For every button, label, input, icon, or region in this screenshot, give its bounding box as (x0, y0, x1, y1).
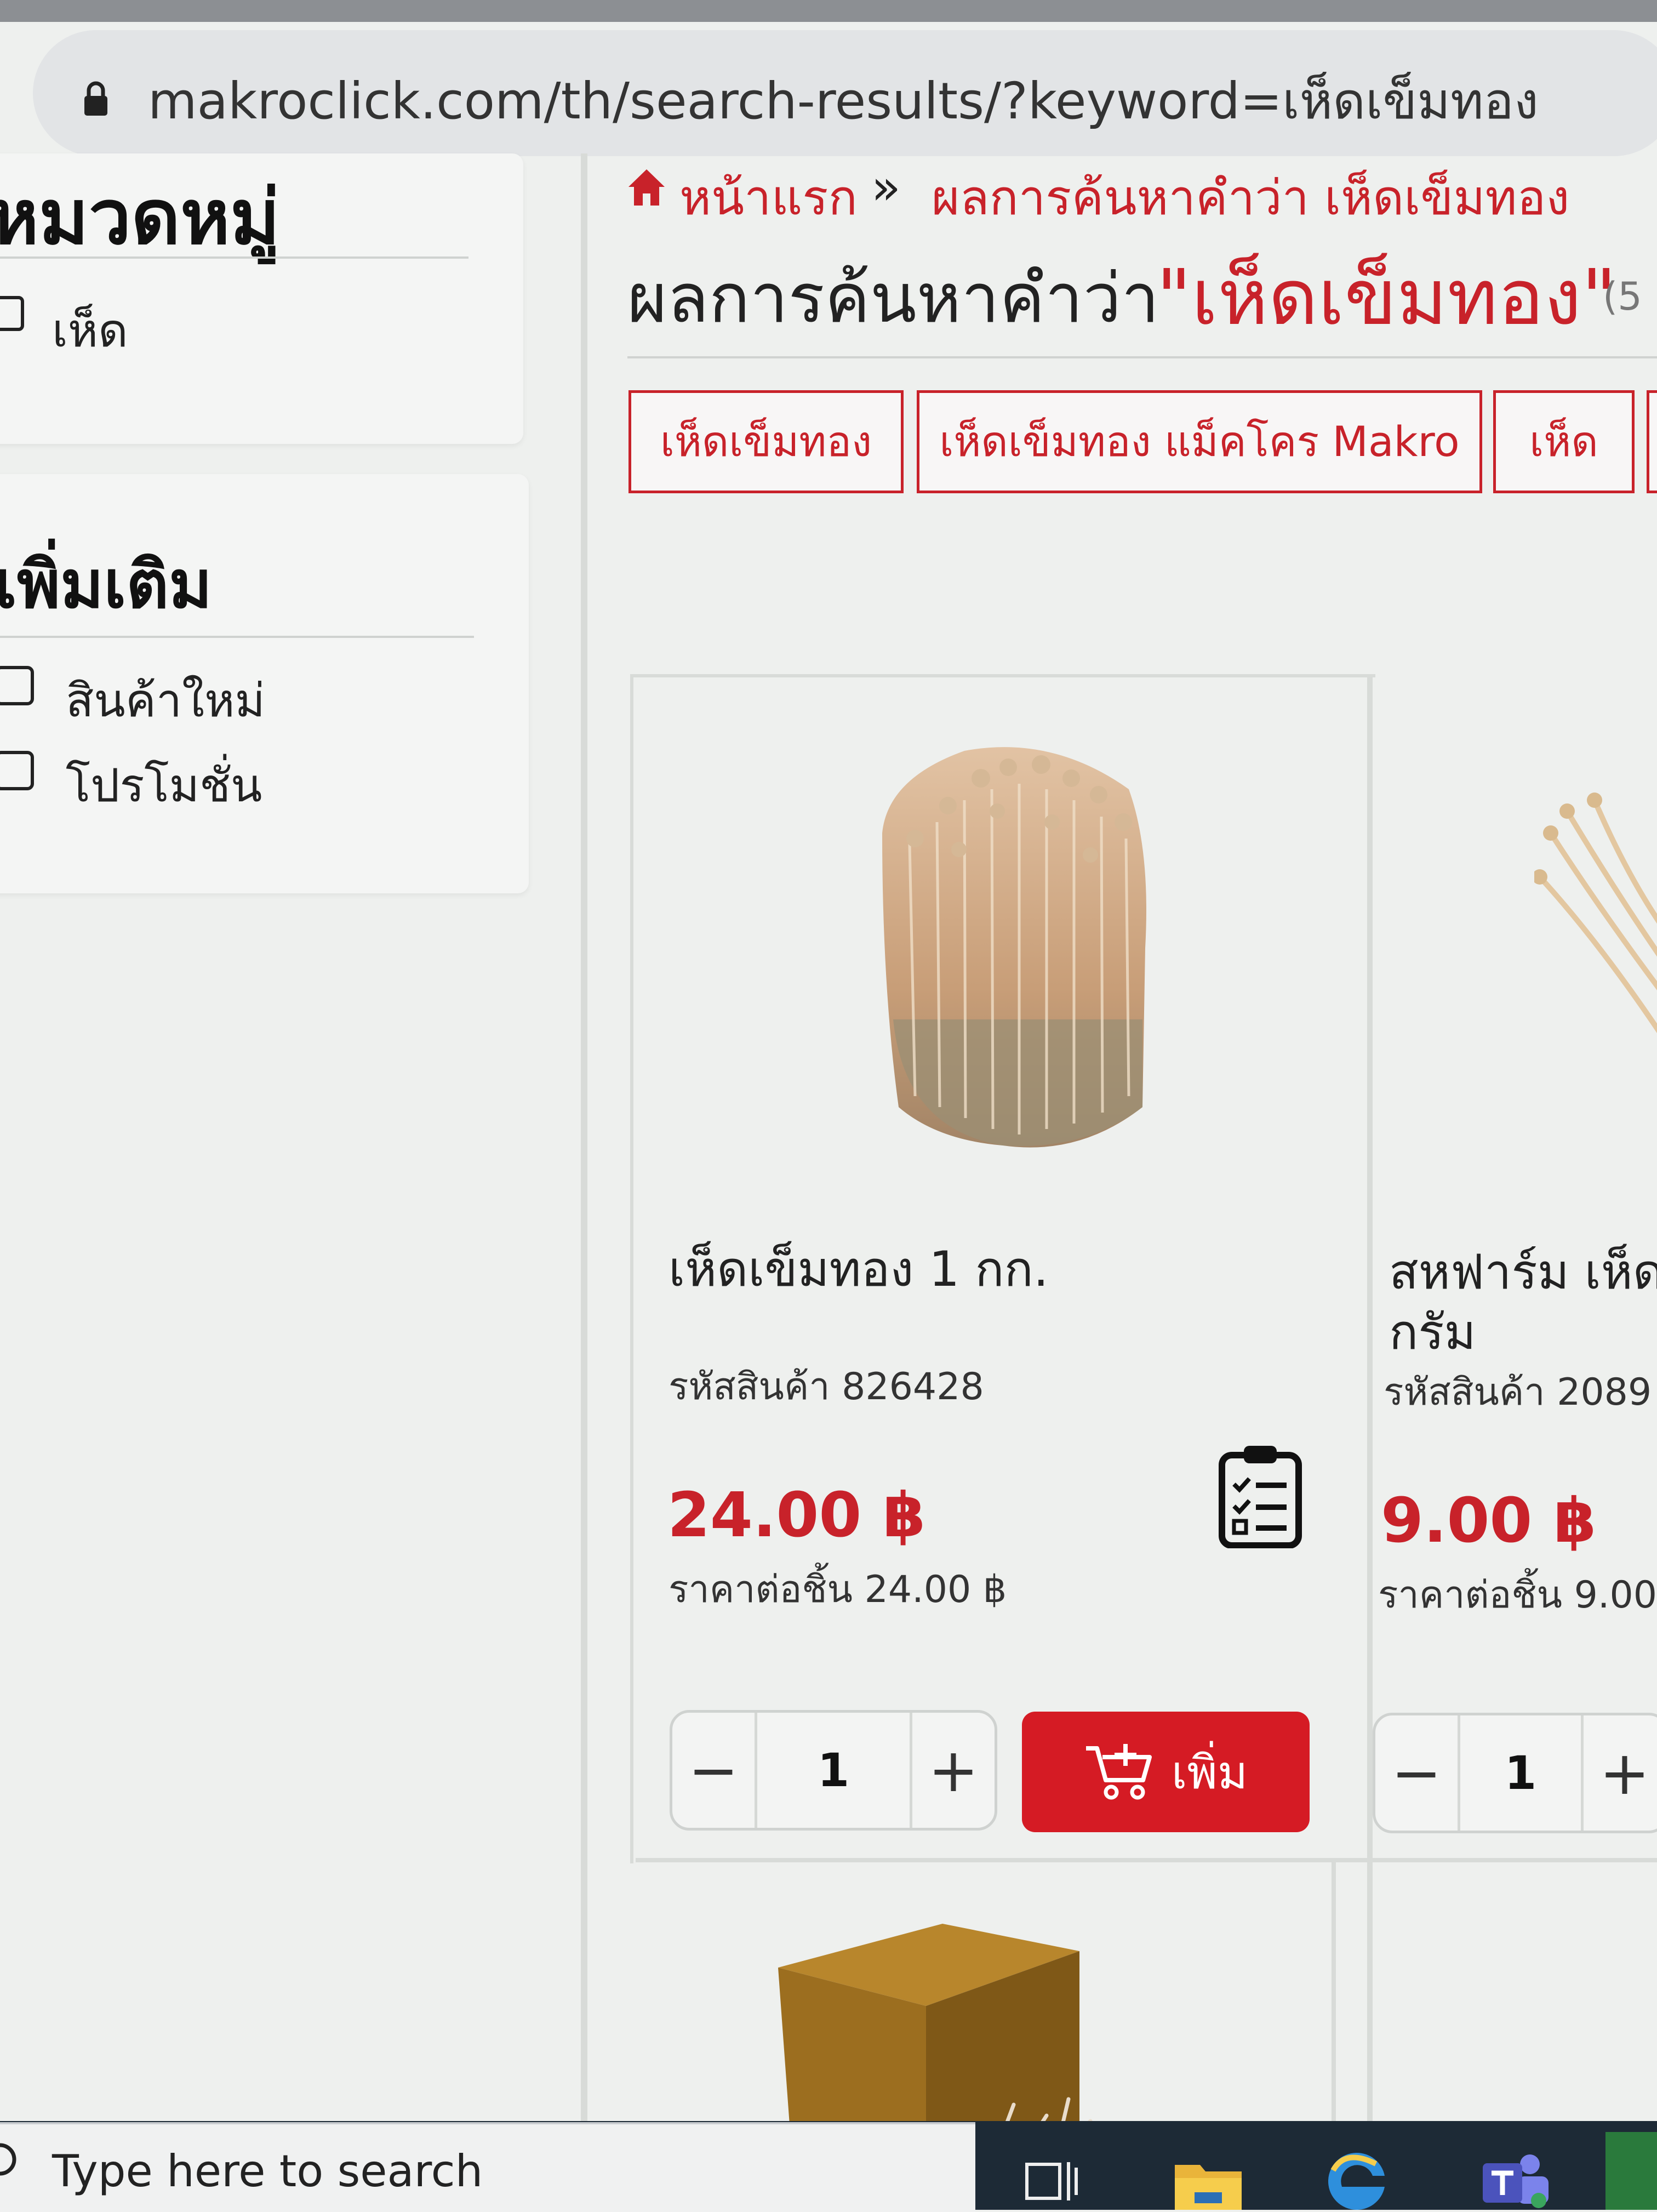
card-border (630, 674, 633, 1863)
content-separator (581, 153, 587, 2127)
increase-quantity-button[interactable]: + (1584, 1715, 1657, 1831)
search-icon (0, 2143, 16, 2176)
quantity-stepper: − 1 + (1373, 1713, 1657, 1833)
lock-icon (84, 81, 107, 116)
product-unit-price: ราคาต่อชิ้น 24.00 ฿ (668, 1568, 1007, 1611)
divider (627, 356, 1657, 358)
cart-icon (1085, 1744, 1152, 1800)
url-text[interactable]: makroclick.com/th/search-results/?keywor… (148, 60, 1539, 141)
search-tag[interactable]: เห็ดเข็มทอง แม็คโคร Makro (917, 390, 1482, 493)
decrease-quantity-button[interactable]: − (672, 1713, 755, 1828)
product-image[interactable] (822, 712, 1205, 1173)
search-title-prefix: ผลการค้นหาคำว่า (627, 259, 1159, 338)
breadcrumb-home-link[interactable]: หน้าแรก (679, 159, 858, 236)
divider (0, 636, 474, 638)
add-to-cart-button[interactable]: เพิ่ม (1022, 1712, 1310, 1832)
category-filter-title: หมวดหมู่ (0, 173, 280, 261)
category-checkbox-mushroom[interactable] (0, 296, 24, 331)
decrease-quantity-button[interactable]: − (1375, 1715, 1458, 1831)
promotion-label[interactable]: โปรโมชั่น (66, 748, 262, 822)
top-bezel (0, 0, 1657, 22)
breadcrumb-separator: » (871, 159, 901, 215)
file-explorer-icon[interactable] (1173, 2154, 1244, 2210)
quantity-stepper: − 1 + (670, 1710, 997, 1831)
product-code: รหัสสินค้า 2089 (1384, 1371, 1652, 1414)
product-price: 9.00 ฿ (1381, 1485, 1597, 1557)
home-icon[interactable] (627, 167, 666, 207)
new-product-checkbox[interactable] (0, 666, 34, 705)
task-view-icon[interactable] (1025, 2157, 1079, 2206)
card-border (1367, 674, 1373, 2127)
increase-quantity-button[interactable]: + (912, 1713, 995, 1828)
taskbar-search-placeholder[interactable]: Type here to search (52, 2146, 483, 2197)
more-filter-title: เพิ่มเติม (0, 547, 213, 623)
new-product-label[interactable]: สินค้าใหม่ (66, 663, 265, 737)
product-code: รหัสสินค้า 826428 (668, 1365, 984, 1409)
breadcrumb-current[interactable]: ผลการค้นหาคำว่า เห็ดเข็มทอง (932, 159, 1569, 236)
search-tag-partial[interactable] (1647, 390, 1657, 493)
add-to-cart-label: เพิ่ม (1171, 1746, 1248, 1799)
product-image[interactable] (1534, 767, 1657, 1151)
quantity-input[interactable]: 1 (755, 1713, 912, 1828)
product-unit-price: ราคาต่อชิ้น 9.00 (1378, 1574, 1657, 1617)
promotion-checkbox[interactable] (0, 751, 34, 790)
search-result-count: (5 (1603, 274, 1642, 319)
card-border (636, 1858, 1657, 1862)
card-border (630, 674, 1375, 677)
quantity-input[interactable]: 1 (1458, 1715, 1584, 1831)
edge-icon[interactable] (1323, 2148, 1389, 2210)
search-title-keyword: "เห็ดเข็มทอง" (1156, 253, 1617, 343)
search-tag[interactable]: เห็ดเข็มทอง (628, 390, 904, 493)
system-tray-app[interactable] (1605, 2132, 1657, 2210)
category-label-mushroom[interactable]: เห็ด (52, 293, 128, 367)
product-name[interactable]: เห็ดเข็มทอง 1 กก. (668, 1230, 1049, 1307)
search-tag[interactable]: เห็ด (1493, 390, 1635, 493)
shopping-list-icon[interactable] (1216, 1441, 1304, 1548)
teams-icon[interactable] (1479, 2151, 1551, 2210)
divider (0, 256, 468, 259)
product-price: 24.00 ฿ (667, 1480, 926, 1551)
product-name-line2[interactable]: กรัม (1389, 1293, 1476, 1370)
